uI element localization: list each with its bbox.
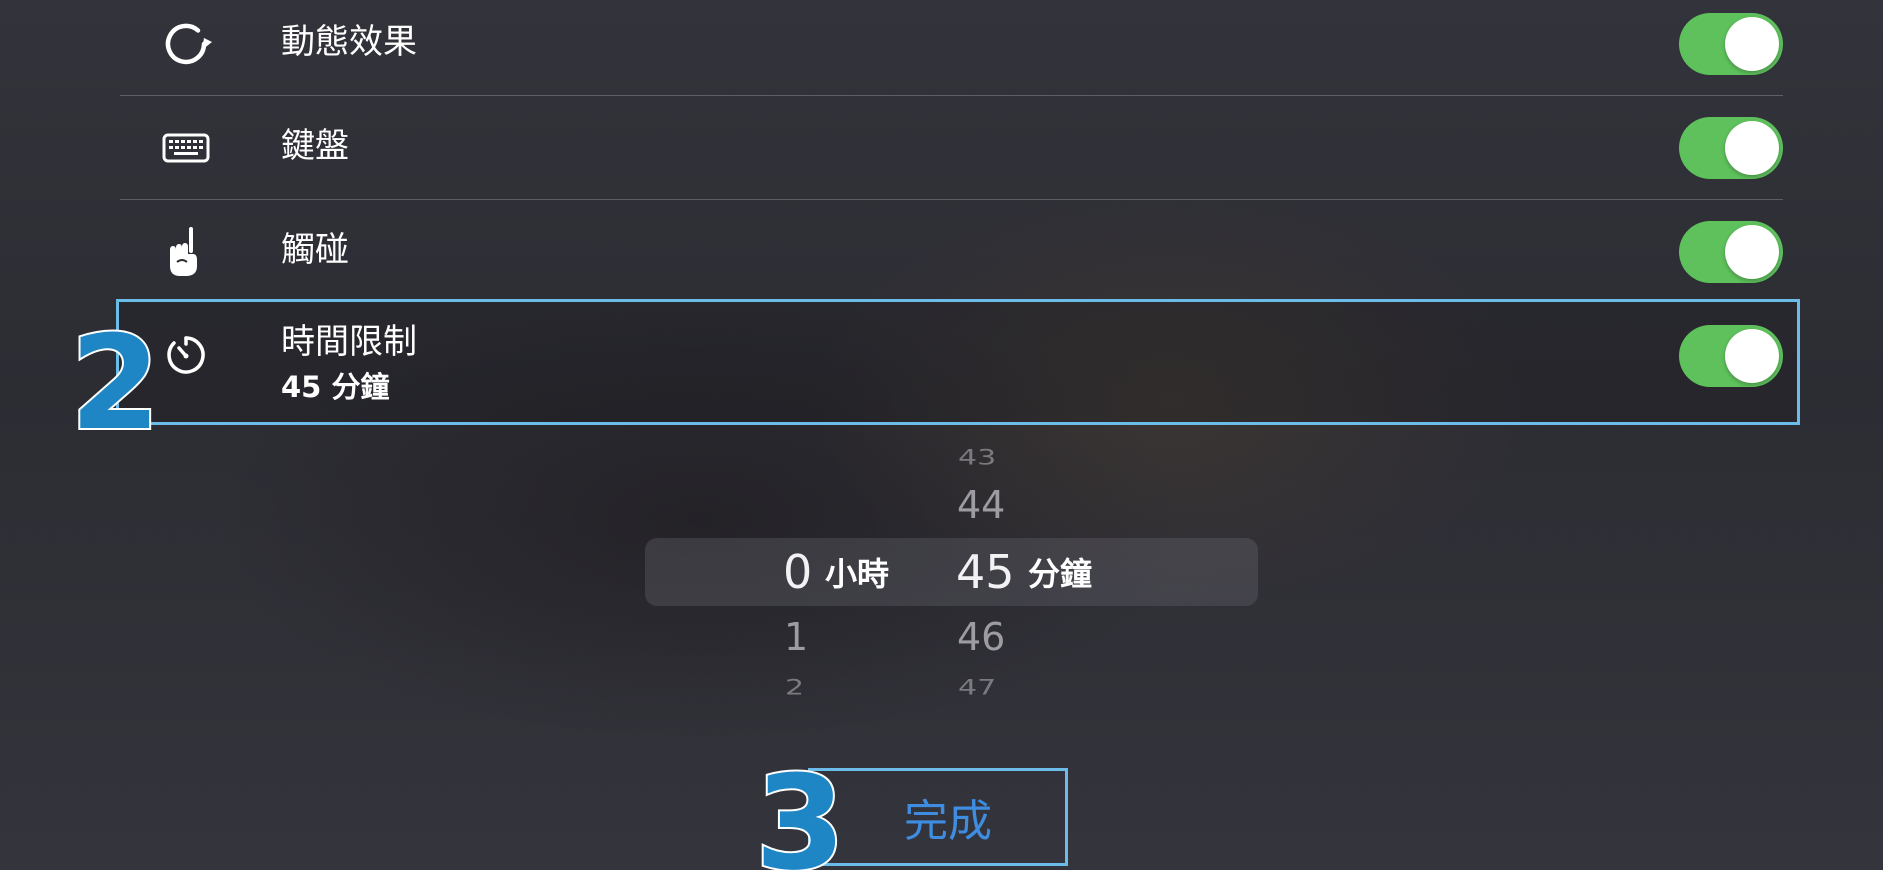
settings-row-label: 鍵盤 xyxy=(281,126,349,166)
toggle-knob xyxy=(1725,121,1779,175)
time-limit-value: 45 分鐘 xyxy=(281,370,390,404)
rotate-icon xyxy=(160,18,212,70)
settings-row-label: 時間限制 xyxy=(281,322,417,362)
picker-selection-band xyxy=(645,538,1258,606)
picker-hours-selected[interactable]: 0 xyxy=(783,549,812,595)
keyboard-toggle[interactable] xyxy=(1679,117,1783,179)
toggle-knob xyxy=(1725,329,1779,383)
settings-row-touch[interactable]: 觸碰 xyxy=(120,200,1783,304)
settings-row-label: 觸碰 xyxy=(281,230,349,270)
picker-hours-option[interactable]: 2 xyxy=(785,677,804,699)
done-button[interactable]: 完成 xyxy=(808,768,1068,866)
settings-row-label: 動態效果 xyxy=(281,22,417,62)
picker-minutes-unit: 分鐘 xyxy=(1028,555,1093,593)
annotation-step-3: 3 xyxy=(753,747,847,870)
picker-minutes-option[interactable]: 47 xyxy=(958,677,996,699)
picker-minutes-selected[interactable]: 45 xyxy=(956,549,1015,595)
toggle-knob xyxy=(1725,17,1779,71)
settings-row-keyboard[interactable]: 鍵盤 xyxy=(120,96,1783,200)
picker-hours-unit: 小時 xyxy=(825,555,890,593)
picker-minutes-option[interactable]: 43 xyxy=(958,447,996,469)
time-limit-toggle[interactable] xyxy=(1679,325,1783,387)
keyboard-icon xyxy=(160,122,212,174)
settings-row-time-limit[interactable]: 時間限制 45 分鐘 xyxy=(120,304,1783,408)
picker-hours-option[interactable]: 1 xyxy=(784,618,808,656)
touch-toggle[interactable] xyxy=(1679,221,1783,283)
motion-toggle[interactable] xyxy=(1679,13,1783,75)
toggle-knob xyxy=(1725,225,1779,279)
annotation-step-2: 2 xyxy=(68,307,162,459)
picker-minutes-option[interactable]: 46 xyxy=(957,618,1005,656)
settings-row-motion[interactable]: 動態效果 xyxy=(120,0,1783,96)
touch-hand-icon xyxy=(160,226,212,278)
picker-minutes-option[interactable]: 44 xyxy=(957,486,1005,524)
timer-icon xyxy=(160,330,212,382)
